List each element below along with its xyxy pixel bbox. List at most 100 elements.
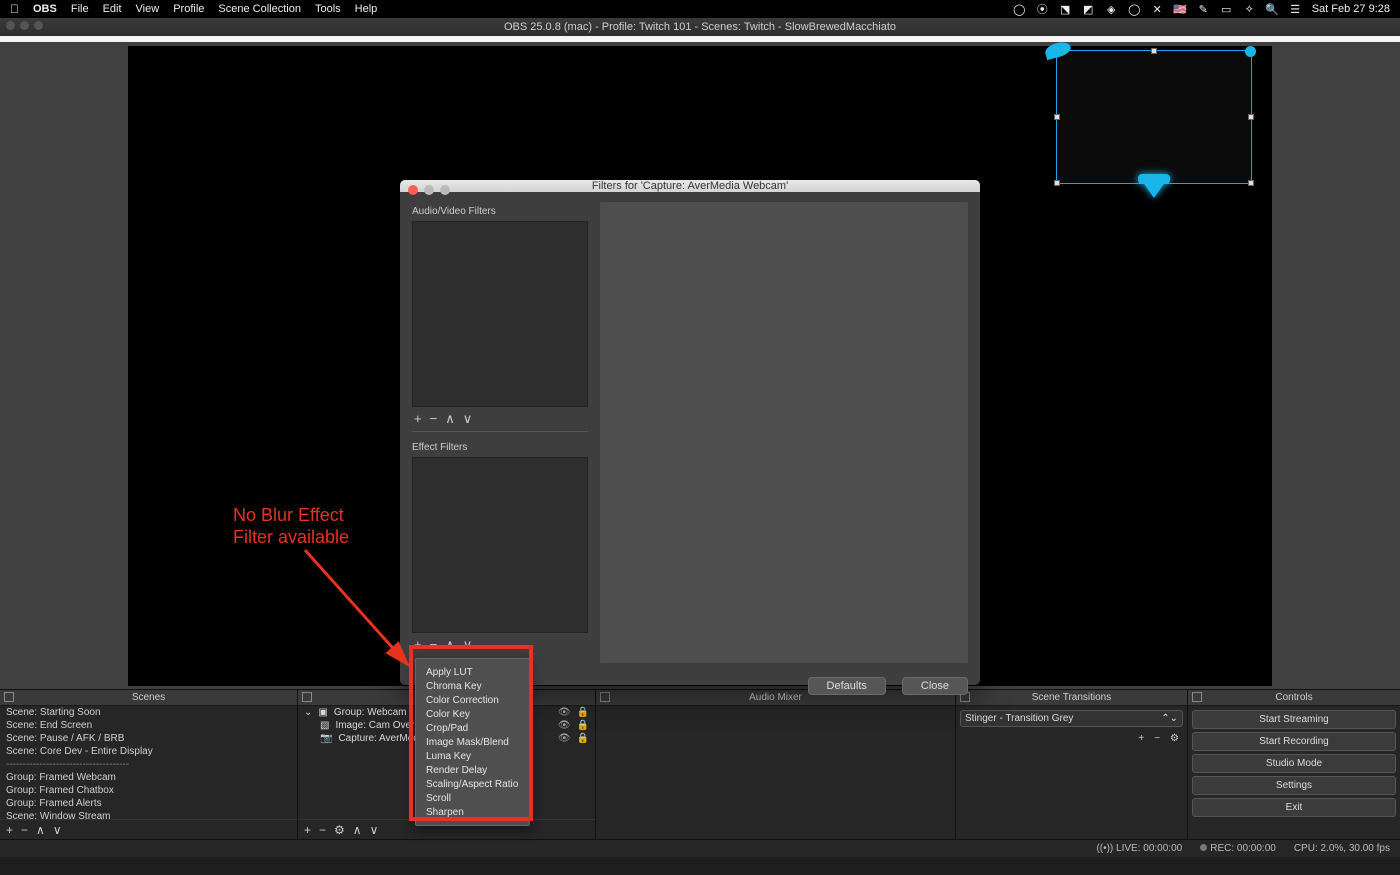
status-icon[interactable]: ◈	[1105, 3, 1118, 16]
filter-option-render-delay[interactable]: Render Delay	[416, 763, 529, 777]
resize-handle[interactable]	[1248, 180, 1254, 186]
status-icon[interactable]: ✕	[1151, 3, 1164, 16]
add-filter-menu[interactable]: Apply LUT Chroma Key Color Correction Co…	[415, 658, 530, 826]
add-icon[interactable]: +	[1138, 733, 1144, 744]
add-icon[interactable]: +	[414, 411, 422, 427]
chevron-down-icon[interactable]: ⌄	[304, 707, 312, 718]
fullscreen-icon[interactable]	[34, 21, 43, 30]
app-menu-obs[interactable]: OBS	[33, 3, 57, 15]
move-up-icon[interactable]: ∧	[36, 823, 45, 837]
resize-handle[interactable]	[1054, 114, 1060, 120]
remove-icon[interactable]: −	[21, 823, 28, 837]
close-button[interactable]: Close	[902, 677, 968, 695]
lock-icon[interactable]: 🔒	[577, 707, 589, 718]
filter-option-scaling-aspect[interactable]: Scaling/Aspect Ratio	[416, 777, 529, 791]
controls-panel-header[interactable]: Controls	[1188, 690, 1400, 706]
wifi-icon[interactable]: ⟡	[1243, 3, 1256, 16]
dock-icon[interactable]	[1192, 692, 1202, 702]
visibility-icon[interactable]: 👁	[558, 707, 571, 718]
filter-option-image-mask-blend[interactable]: Image Mask/Blend	[416, 735, 529, 749]
menu-help[interactable]: Help	[355, 3, 378, 15]
filter-option-chroma-key[interactable]: Chroma Key	[416, 679, 529, 693]
add-icon[interactable]: +	[6, 823, 13, 837]
menu-edit[interactable]: Edit	[103, 3, 122, 15]
transition-select[interactable]: Stinger - Transition Grey ⌃⌄	[960, 710, 1183, 727]
control-center-icon[interactable]: ☰	[1289, 3, 1302, 16]
effect-filters-list[interactable]	[412, 457, 588, 633]
move-down-icon[interactable]: ∨	[53, 823, 62, 837]
defaults-button[interactable]: Defaults	[808, 677, 886, 695]
move-down-icon[interactable]: ∨	[463, 637, 473, 653]
scene-item[interactable]: Scene: Core Dev - Entire Display	[0, 745, 297, 758]
move-down-icon[interactable]: ∨	[370, 823, 379, 837]
battery-icon[interactable]: ▭	[1220, 3, 1233, 16]
gear-icon[interactable]: ⚙	[334, 823, 345, 837]
move-up-icon[interactable]: ∧	[353, 823, 362, 837]
resize-handle[interactable]	[1151, 48, 1157, 54]
filter-option-scroll[interactable]: Scroll	[416, 791, 529, 805]
dock-icon[interactable]	[4, 692, 14, 702]
webcam-source-bounding-box[interactable]	[1056, 50, 1252, 184]
remove-icon[interactable]: −	[430, 637, 438, 653]
move-up-icon[interactable]: ∧	[445, 637, 455, 653]
lock-icon[interactable]: 🔒	[577, 720, 589, 731]
scenes-list[interactable]: Scene: Starting Soon Scene: End Screen S…	[0, 706, 297, 819]
close-icon[interactable]	[6, 21, 15, 30]
filter-option-color-correction[interactable]: Color Correction	[416, 693, 529, 707]
menubar-clock[interactable]: Sat Feb 27 9:28	[1312, 3, 1390, 15]
scene-item[interactable]: Scene: Starting Soon	[0, 706, 297, 719]
dock-icon[interactable]	[302, 692, 312, 702]
remove-icon[interactable]: −	[319, 823, 326, 837]
status-icon[interactable]: ✎	[1197, 3, 1210, 16]
scene-item[interactable]: Scene: Pause / AFK / BRB	[0, 732, 297, 745]
status-icon[interactable]: ⬔	[1059, 3, 1072, 16]
mixer-body[interactable]	[596, 706, 955, 839]
apple-menu-icon[interactable]: 	[10, 2, 19, 16]
remove-icon[interactable]: −	[430, 411, 438, 427]
scene-item[interactable]: Group: Framed Alerts	[0, 797, 297, 810]
close-icon[interactable]	[408, 185, 418, 195]
filter-option-luma-key[interactable]: Luma Key	[416, 749, 529, 763]
filter-option-sharpen[interactable]: Sharpen	[416, 805, 529, 819]
add-icon[interactable]: +	[304, 823, 311, 837]
studio-mode-button[interactable]: Studio Mode	[1192, 754, 1396, 773]
spotlight-icon[interactable]: 🔍	[1266, 3, 1279, 16]
visibility-icon[interactable]: 👁	[558, 733, 571, 744]
exit-button[interactable]: Exit	[1192, 798, 1396, 817]
scene-item[interactable]: Scene: End Screen	[0, 719, 297, 732]
status-icon[interactable]: ◩	[1082, 3, 1095, 16]
resize-handle[interactable]	[1248, 114, 1254, 120]
minimize-icon[interactable]	[20, 21, 29, 30]
scene-item[interactable]: Group: Framed Chatbox	[0, 784, 297, 797]
remove-icon[interactable]: −	[1154, 733, 1160, 744]
flag-icon[interactable]: 🇺🇸	[1174, 3, 1187, 16]
gear-icon[interactable]: ⚙	[1170, 733, 1179, 744]
transitions-panel-header[interactable]: Scene Transitions	[956, 690, 1187, 706]
menu-profile[interactable]: Profile	[173, 3, 204, 15]
resize-handle[interactable]	[1054, 180, 1060, 186]
scenes-panel-header[interactable]: Scenes	[0, 690, 297, 706]
window-traffic-lights[interactable]	[6, 21, 43, 30]
scene-item[interactable]: Group: Framed Webcam	[0, 771, 297, 784]
filter-option-apply-lut[interactable]: Apply LUT	[416, 665, 529, 679]
settings-button[interactable]: Settings	[1192, 776, 1396, 795]
move-up-icon[interactable]: ∧	[445, 411, 455, 427]
menu-file[interactable]: File	[71, 3, 89, 15]
status-icon[interactable]: ⦿	[1036, 3, 1049, 16]
menu-scene-collection[interactable]: Scene Collection	[218, 3, 301, 15]
menu-tools[interactable]: Tools	[315, 3, 341, 15]
start-recording-button[interactable]: Start Recording	[1192, 732, 1396, 751]
start-streaming-button[interactable]: Start Streaming	[1192, 710, 1396, 729]
filters-dialog-titlebar[interactable]: Filters for 'Capture: AverMedia Webcam'	[400, 180, 980, 192]
av-filters-list[interactable]	[412, 221, 588, 407]
status-icon[interactable]: ◯	[1013, 3, 1026, 16]
filter-option-crop-pad[interactable]: Crop/Pad	[416, 721, 529, 735]
scene-item[interactable]: Scene: Window Stream	[0, 810, 297, 819]
move-down-icon[interactable]: ∨	[463, 411, 473, 427]
status-icon[interactable]: ◯	[1128, 3, 1141, 16]
visibility-icon[interactable]: 👁	[558, 720, 571, 731]
menu-view[interactable]: View	[136, 3, 160, 15]
add-icon[interactable]: +	[414, 637, 422, 653]
lock-icon[interactable]: 🔒	[577, 733, 589, 744]
filter-option-color-key[interactable]: Color Key	[416, 707, 529, 721]
